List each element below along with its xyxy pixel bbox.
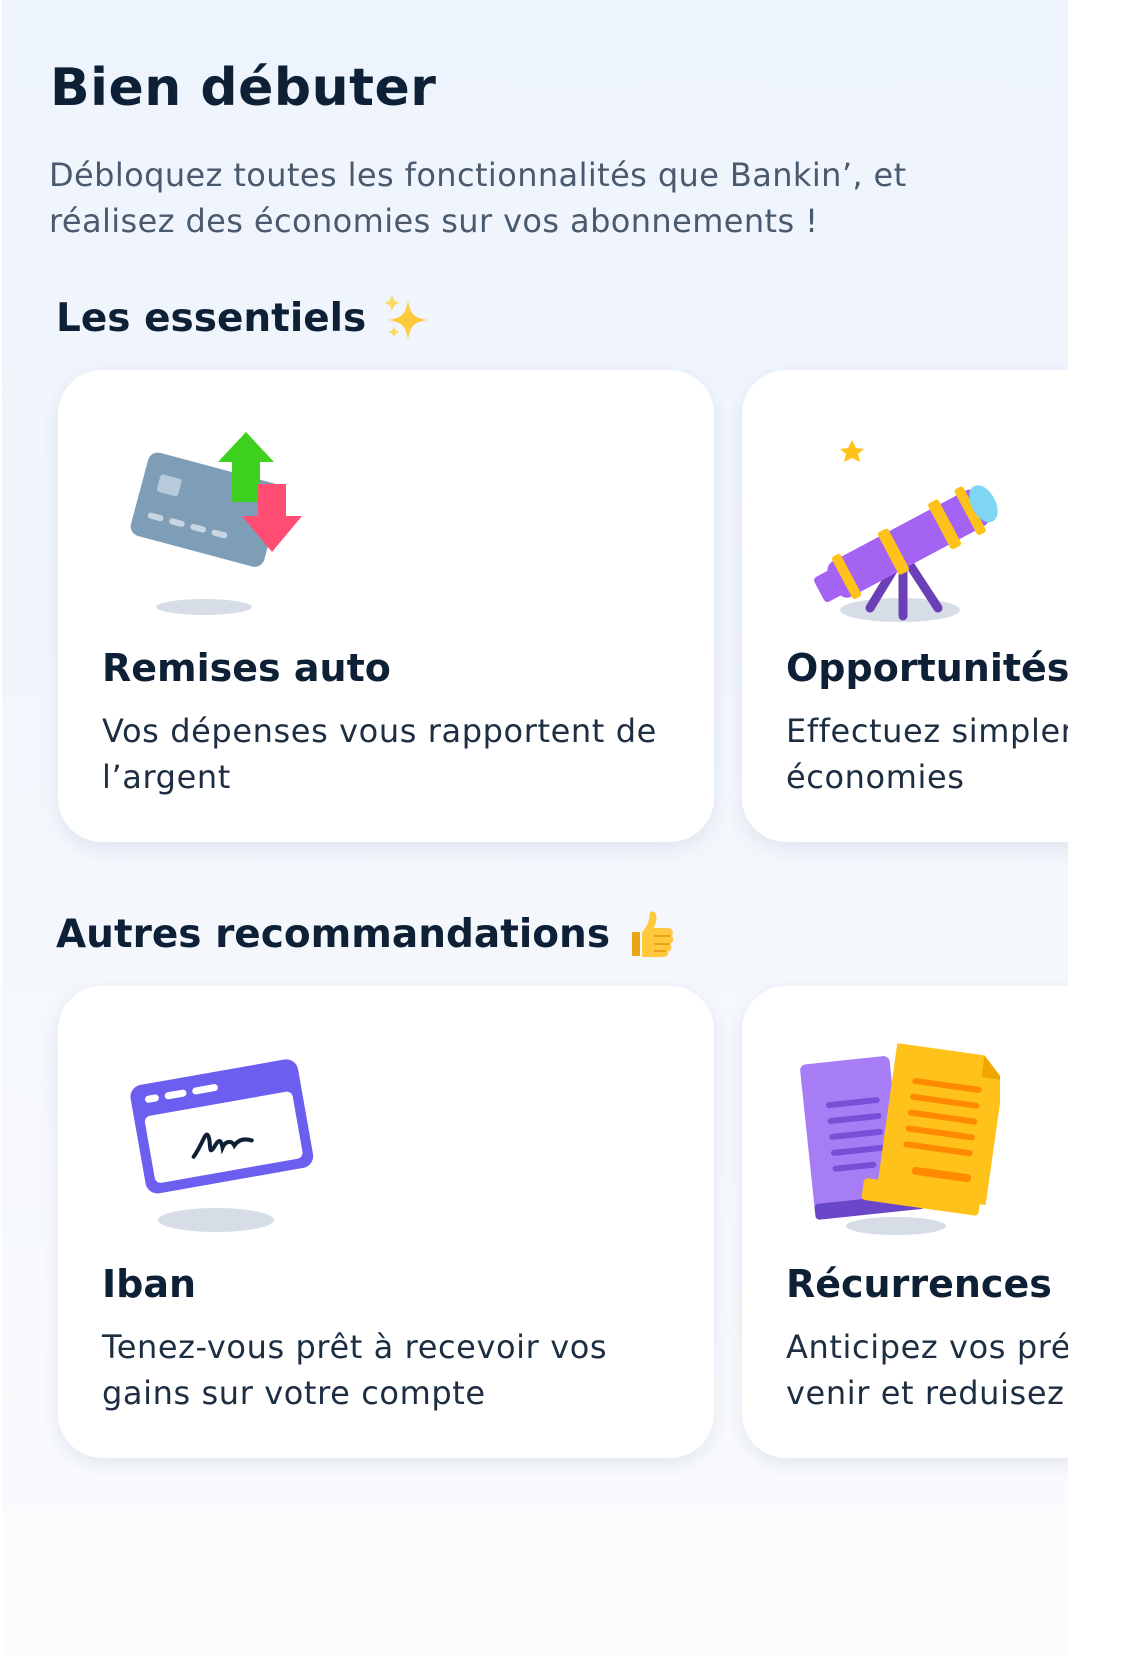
card-description-line: économies xyxy=(786,758,965,796)
section-title-label: Autres recommandations xyxy=(56,911,611,957)
card-remises-auto[interactable]: Remises auto Vos dépenses vous rapporten… xyxy=(58,370,714,842)
card-description-line: venir et reduisez vos frais xyxy=(786,1374,1068,1412)
card-description: Anticipez vos prélèvements à venir et re… xyxy=(786,1324,1068,1416)
page-subtitle-line: réalisez des économies sur vos abonnemen… xyxy=(49,202,819,240)
thumbs-up-icon xyxy=(624,908,676,960)
bottom-area xyxy=(2,1506,1068,1656)
sparkles-icon xyxy=(380,292,432,344)
signed-document-icon xyxy=(118,1042,318,1242)
section-title-recommendations: Autres recommandations xyxy=(56,908,676,960)
card-description-line: gains sur votre compte xyxy=(102,1374,486,1412)
card-description-line: Tenez-vous prêt à recevoir vos xyxy=(102,1328,608,1366)
card-title: Iban xyxy=(102,1262,197,1306)
card-recurrences[interactable]: Récurrences Anticipez vos prélèvements à… xyxy=(742,986,1068,1458)
page-title: Bien débuter xyxy=(50,58,437,118)
card-opportunites[interactable]: Opportunités Effectuez simplement des éc… xyxy=(742,370,1068,842)
card-description: Vos dépenses vous rapportent de l’argent xyxy=(102,708,702,800)
card-title: Opportunités xyxy=(786,646,1068,690)
card-title: Remises auto xyxy=(102,646,391,690)
card-iban[interactable]: Iban Tenez-vous prêt à recevoir vos gain… xyxy=(58,986,714,1458)
card-description: Effectuez simplement des économies xyxy=(786,708,1068,800)
page-subtitle-line: Débloquez toutes les fonctionnalités que… xyxy=(49,156,907,194)
page-subtitle: Débloquez toutes les fonctionnalités que… xyxy=(49,152,1049,244)
card-title: Récurrences xyxy=(786,1262,1052,1306)
card-description: Tenez-vous prêt à recevoir vos gains sur… xyxy=(102,1324,702,1416)
section-title-essentials: Les essentiels xyxy=(56,292,432,344)
documents-stack-icon xyxy=(800,1042,1004,1242)
credit-card-transfer-icon xyxy=(118,426,318,626)
card-description-line: Effectuez simplement des xyxy=(786,712,1068,750)
getting-started-screen: Bien débuter Débloquez toutes les foncti… xyxy=(2,0,1068,1656)
card-description-line: Vos dépenses vous rapportent de xyxy=(102,712,657,750)
section-title-label: Les essentiels xyxy=(56,295,367,341)
card-description-line: l’argent xyxy=(102,758,231,796)
card-description-line: Anticipez vos prélèvements à xyxy=(786,1328,1068,1366)
telescope-icon xyxy=(800,426,1000,626)
